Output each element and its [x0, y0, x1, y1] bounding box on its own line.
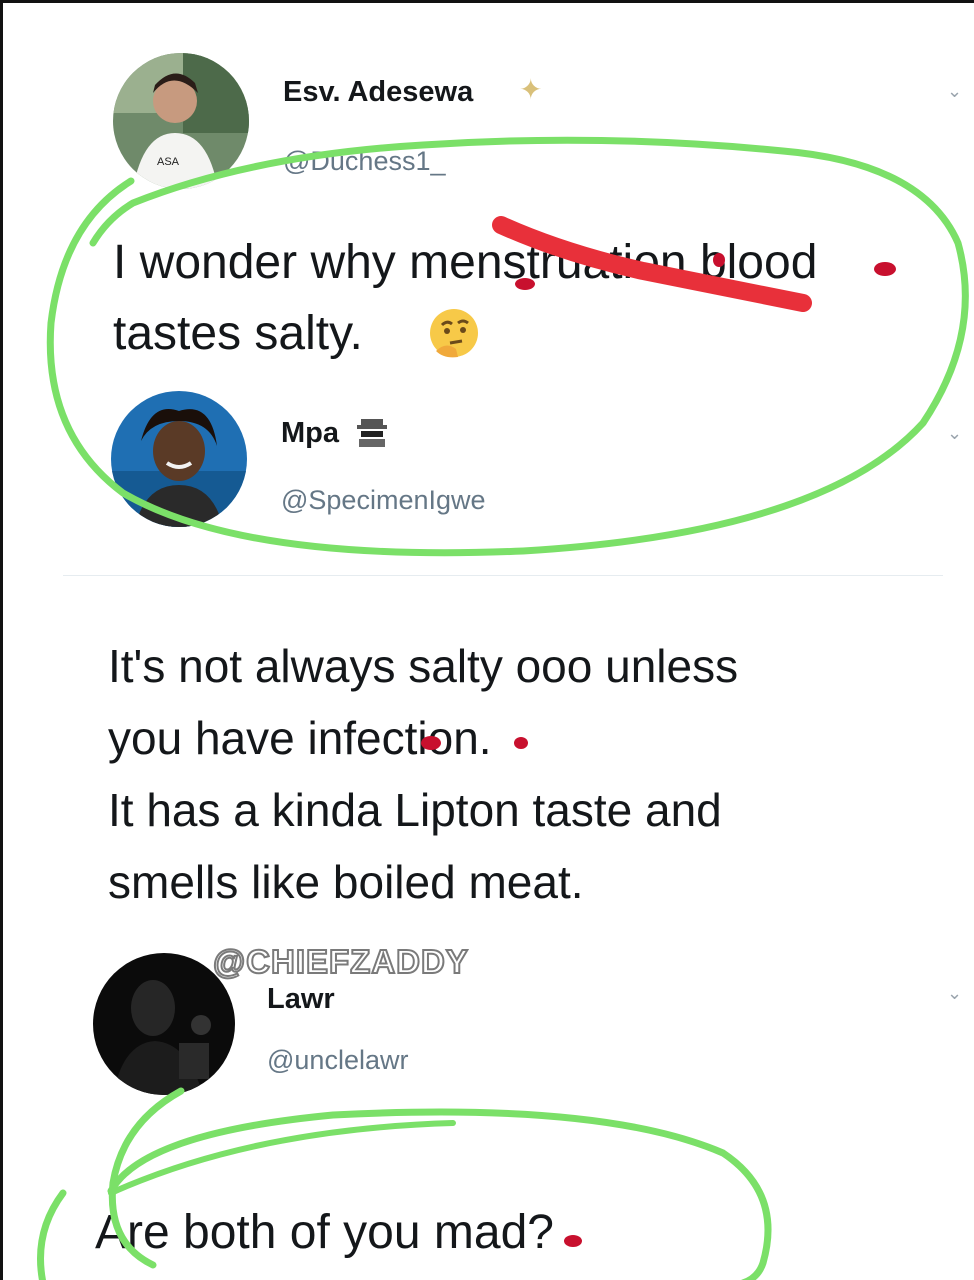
chevron-down-icon[interactable]: ⌄ [947, 81, 962, 102]
display-name-adesewa[interactable]: Esv. Adesewa [283, 76, 473, 109]
display-name-mpa[interactable]: Mpa [281, 417, 339, 450]
tweet-text-line-1: I wonder why menstruation blood [113, 236, 818, 289]
display-name-lawr[interactable]: Lawr [267, 983, 335, 1016]
tweet-text-line-2: tastes salty. [113, 307, 363, 360]
tweet-text-line-1: Are both of you mad? [95, 1206, 554, 1259]
avatar-photo-mpa [111, 391, 247, 527]
tweet-text-line-3: It has a kinda Lipton taste and [108, 784, 722, 836]
spy-icon [355, 415, 389, 449]
sparkle-icon: ✦ [519, 74, 543, 105]
handle-mpa[interactable]: @SpecimenIgwe [281, 485, 486, 516]
red-dot-annotation [874, 262, 896, 276]
watermark: @CHIEFZADDY [212, 942, 469, 981]
chevron-down-icon[interactable]: ⌄ [947, 423, 962, 444]
tweet-text-line-4: smells like boiled meat. [108, 856, 584, 908]
avatar-photo-lawr [93, 953, 235, 1095]
avatar-lawr[interactable] [93, 953, 235, 1095]
green-circle-annotation [108, 1120, 456, 1196]
tweet-text-line-1: It's not always salty ooo unless [108, 640, 739, 692]
handle-lawr[interactable]: @unclelawr [267, 1045, 408, 1076]
tweet-text-line-2: you have infection. [108, 712, 492, 764]
avatar-adesewa[interactable]: ASA [113, 53, 249, 189]
red-dot-annotation [564, 1235, 582, 1247]
screenshot-screen: ASA Esv. Adesewa ✦ @Duchess1_ ⌄ I wonder… [0, 0, 974, 1280]
chevron-down-icon[interactable]: ⌄ [947, 983, 962, 1004]
avatar-photo-adesewa: ASA [113, 53, 249, 189]
svg-text:ASA: ASA [157, 156, 180, 168]
red-dot-annotation [514, 737, 528, 749]
avatar-mpa[interactable] [111, 391, 247, 527]
divider [63, 575, 943, 576]
thinking-face-icon [428, 307, 480, 359]
handle-adesewa[interactable]: @Duchess1_ [283, 146, 446, 177]
